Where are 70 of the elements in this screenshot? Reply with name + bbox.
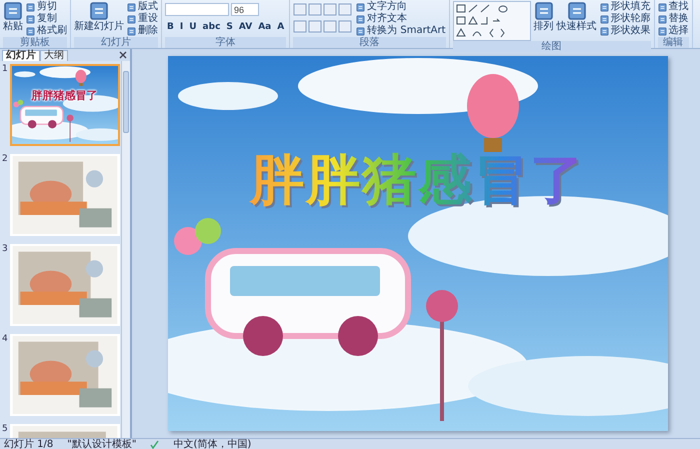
format-button[interactable]: B (165, 22, 176, 32)
ribbon-button[interactable]: 新建幻灯片 (74, 1, 124, 32)
alignment-icons-drawing[interactable] (293, 3, 354, 16)
slide-counter: 幻灯片 1/8 (4, 439, 54, 449)
tool-icon (600, 2, 609, 12)
ribbon-button[interactable]: 剪切 (26, 1, 67, 13)
group-label: 段落 (293, 37, 446, 48)
ribbon-button[interactable]: 形状轮廓 (600, 13, 651, 25)
ribbon-button[interactable]: 版式 (127, 1, 158, 13)
tool-icon (127, 26, 136, 36)
slide-number: 4 (2, 334, 8, 346)
language[interactable]: 中文(简体，中国) (173, 439, 252, 449)
tool-icon (658, 14, 667, 24)
panel-tab[interactable]: 幻灯片 (2, 50, 40, 60)
ribbon-button[interactable]: 对齐文本 (356, 13, 446, 25)
tool-icon (356, 14, 366, 24)
group-label: 剪贴板 (3, 37, 67, 48)
alignment-icons-drawing[interactable] (293, 20, 354, 33)
ribbon-button[interactable]: 查找 (658, 1, 689, 13)
ribbon-button[interactable]: 选择 (658, 25, 689, 37)
ribbon-button[interactable]: 粘贴 (3, 1, 23, 32)
tool-icon (658, 26, 667, 36)
format-button[interactable]: I (178, 22, 186, 32)
ribbon-button[interactable]: 快速样式 (556, 1, 597, 32)
tool-icon (356, 26, 366, 36)
format-button[interactable]: A (275, 22, 286, 32)
format-button[interactable]: AV (236, 22, 254, 32)
spell-check-icon[interactable] (150, 440, 160, 449)
ribbon-button[interactable]: 重设 (127, 13, 158, 25)
tool-icon (600, 26, 609, 36)
ribbon-button[interactable]: 文字方向 (356, 1, 446, 13)
tool-icon (127, 14, 136, 24)
tool-icon (356, 2, 366, 12)
slide-number: 3 (2, 244, 8, 256)
format-button[interactable]: U (187, 22, 199, 32)
shapes-gallery[interactable] (452, 1, 531, 41)
document-icon (566, 1, 587, 21)
tool-icon (26, 26, 35, 36)
slide-number: 2 (2, 154, 8, 166)
group-label: 绘图 (452, 41, 651, 52)
format-button[interactable]: S (224, 22, 235, 32)
tool-icon (600, 14, 609, 24)
tool-icon (658, 2, 667, 12)
font-field[interactable] (165, 3, 229, 16)
group-label: 幻灯片 (74, 37, 158, 48)
document-icon (534, 1, 554, 21)
group-label: 字体 (165, 37, 286, 48)
format-button[interactable]: Aa (256, 22, 274, 32)
ribbon-button[interactable]: 复制 (26, 13, 67, 25)
tool-icon (127, 2, 136, 12)
ribbon-button[interactable]: 形状效果 (600, 25, 651, 37)
ribbon-button[interactable]: 格式刷 (26, 25, 67, 37)
ribbon-button[interactable]: 替换 (658, 13, 689, 25)
ribbon-button[interactable]: 排列 (534, 1, 554, 32)
tool-icon (26, 14, 35, 24)
slide-number: 5 (2, 424, 8, 436)
ribbon-button[interactable]: 转换为 SmartArt (356, 25, 446, 37)
close-icon[interactable] (119, 51, 127, 59)
panel-tab[interactable]: 大纲 (40, 50, 68, 60)
slide-number: 1 (2, 64, 8, 76)
font-size-field[interactable]: 96 (231, 3, 259, 16)
theme-name: "默认设计模板" (67, 439, 136, 449)
document-icon (89, 1, 109, 21)
ribbon-button[interactable]: 形状填充 (600, 1, 651, 13)
ribbon-button[interactable]: 删除 (127, 25, 158, 37)
format-button[interactable]: abc (200, 22, 222, 32)
scrollbar[interactable] (121, 61, 130, 438)
tool-icon (26, 2, 35, 12)
document-icon (3, 1, 23, 21)
group-label: 编辑 (658, 37, 689, 48)
